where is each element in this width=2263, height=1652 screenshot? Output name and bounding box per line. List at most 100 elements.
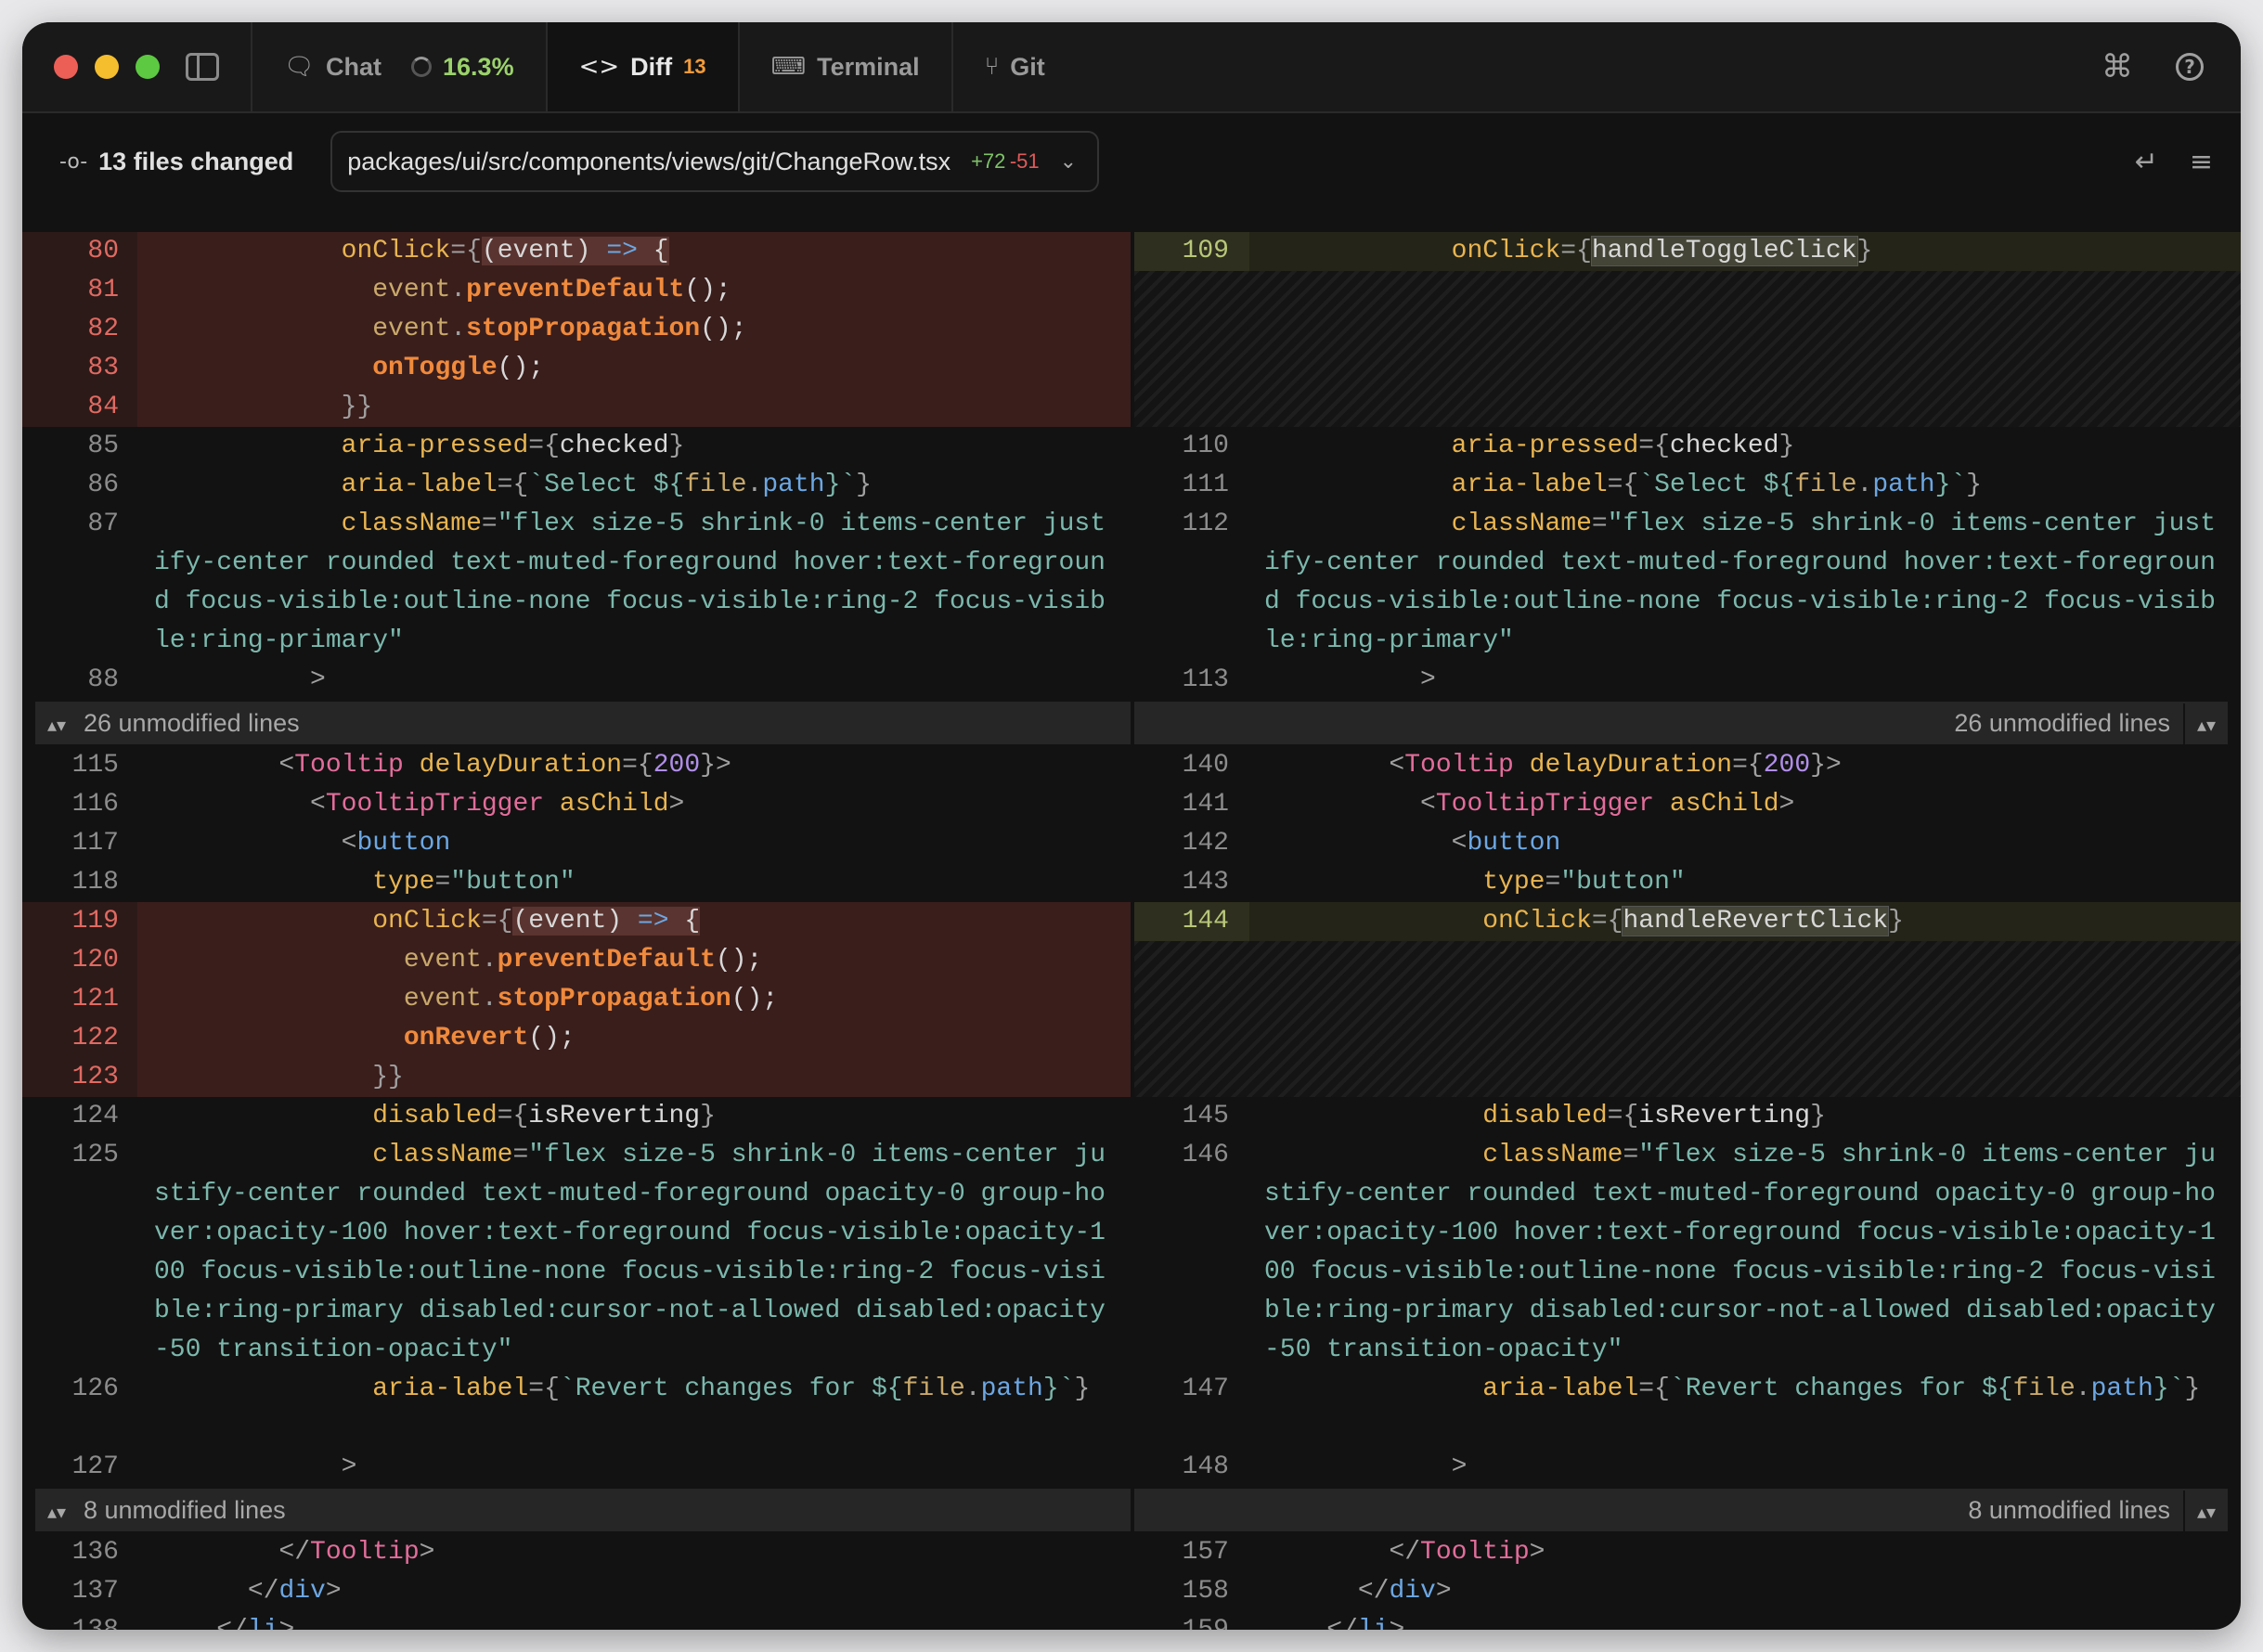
line-number: 115: [71, 751, 119, 780]
context-usage-percent: 16.3%: [443, 52, 514, 81]
line-number: 127: [71, 1452, 119, 1481]
code-text: >: [154, 1452, 357, 1481]
code-text: aria-pressed={checked}: [341, 432, 685, 460]
traffic-lights: [22, 22, 160, 111]
app-window: 🗨︎ Chat 16.3% <> Diff 13 ⌨ Terminal ⑂ Gi…: [22, 22, 2241, 1630]
line-number: 110: [1182, 432, 1229, 460]
fold-unmodified-lines[interactable]: 26 unmodified lines ▴▾: [1134, 702, 2228, 746]
additions-count: +72: [971, 149, 1006, 173]
diff-line-deleted: 83 onToggle();: [22, 349, 1131, 388]
line-number: 111: [1182, 471, 1229, 499]
diff-line-deleted: 119 onClick={(event) => {: [22, 902, 1131, 941]
minimize-window-button[interactable]: [95, 55, 119, 79]
close-window-button[interactable]: [54, 55, 78, 79]
line-number: 124: [71, 1102, 119, 1130]
line-number: 126: [71, 1375, 119, 1403]
line-number: 136: [71, 1538, 119, 1567]
line-number: 147: [1182, 1375, 1229, 1403]
tab-label: Git: [1010, 52, 1045, 81]
line-number: 112: [1182, 510, 1229, 538]
code-text: event.stopPropagation();: [403, 985, 779, 1013]
code-text: onClick={handleToggleClick}: [1451, 236, 1873, 266]
line-number: 144: [1182, 907, 1229, 936]
line-number: 137: [71, 1577, 119, 1606]
command-palette-icon[interactable]: ⌘: [2101, 48, 2133, 85]
line-number: 145: [1182, 1102, 1229, 1130]
code-text: <Tooltip delayDuration={200}>: [278, 751, 731, 780]
code-text: onToggle();: [372, 354, 545, 382]
git-branch-icon: ⑂: [984, 53, 1000, 81]
deletions-count: -51: [1009, 149, 1040, 173]
diff-line-deleted: 122 onRevert();: [22, 1019, 1131, 1058]
code-text: aria-label={`Select ${file.path}`}: [1451, 471, 1982, 499]
code-text: aria-label={`Revert changes for ${file.p…: [372, 1375, 1091, 1403]
tab-chat[interactable]: 🗨︎ Chat 16.3%: [251, 22, 546, 111]
line-number: 125: [71, 1141, 119, 1169]
diff-placeholder-hatch: [1134, 941, 2241, 1097]
files-changed-summary: -o- 13 files changed: [22, 148, 293, 176]
line-number: 117: [71, 829, 119, 858]
code-text: event.stopPropagation();: [372, 315, 747, 343]
commit-icon: -o-: [59, 149, 88, 174]
code-text: type="button": [372, 868, 575, 897]
code-text: >: [1264, 665, 1436, 694]
file-selector-dropdown[interactable]: packages/ui/src/components/views/git/Cha…: [330, 131, 1100, 192]
code-text: </div>: [1357, 1577, 1452, 1606]
help-icon[interactable]: ?: [2176, 53, 2204, 81]
word-wrap-icon[interactable]: ↵: [2135, 146, 2158, 178]
diff-line-deleted: 81 event.preventDefault();: [22, 271, 1131, 310]
line-number: 157: [1182, 1538, 1229, 1567]
code-text: event.preventDefault();: [372, 276, 731, 304]
title-bar-actions: ⌘ ?: [2101, 22, 2241, 111]
zoom-window-button[interactable]: [136, 55, 160, 79]
line-number: 143: [1182, 868, 1229, 897]
expand-icon: ▴▾: [2183, 703, 2228, 746]
files-changed-label: 13 files changed: [98, 147, 294, 175]
sidebar-icon: [186, 53, 219, 81]
line-number: 82: [87, 315, 119, 343]
line-number: 116: [71, 790, 119, 819]
line-number: 141: [1182, 790, 1229, 819]
terminal-icon: ⌨: [770, 53, 807, 81]
code-text: <TooltipTrigger asChild>: [1420, 790, 1795, 819]
tab-diff[interactable]: <> Diff 13: [545, 22, 738, 111]
diff-pane-new: 109 onClick={handleToggleClick} 110 aria…: [1134, 210, 2241, 1630]
line-number: 83: [87, 354, 119, 382]
line-number: 86: [87, 471, 119, 499]
code-text: onClick={handleRevertClick}: [1482, 906, 1904, 936]
diff-placeholder-hatch: [1134, 271, 2241, 427]
code-text: className="flex size-5 shrink-0 items-ce…: [154, 1141, 1106, 1364]
code-brackets-icon: <>: [578, 53, 620, 81]
line-number: 122: [71, 1024, 119, 1052]
progress-spinner-icon: [411, 57, 433, 77]
code-text: <Tooltip delayDuration={200}>: [1389, 751, 1842, 780]
sidebar-toggle-button[interactable]: [160, 22, 251, 111]
chat-bubble-icon: 🗨︎: [284, 53, 316, 81]
code-text: }}: [154, 393, 373, 421]
line-number: 88: [87, 665, 119, 694]
code-text: disabled={isReverting}: [1482, 1102, 1826, 1130]
code-text: event.preventDefault();: [403, 946, 763, 974]
unified-view-icon[interactable]: ≡: [2190, 146, 2213, 178]
fold-unmodified-lines[interactable]: ▴▾ 26 unmodified lines: [35, 702, 1131, 744]
split-diff-view: 80 onClick={(event) => { 81 event.preven…: [22, 210, 2241, 1630]
line-number: 123: [71, 1063, 119, 1091]
line-number: 84: [87, 393, 119, 421]
tab-label: Chat: [326, 52, 382, 81]
fold-unmodified-lines[interactable]: 8 unmodified lines ▴▾: [1134, 1489, 2228, 1533]
code-text: aria-label={`Revert changes for ${file.p…: [1482, 1375, 2201, 1403]
code-text: <TooltipTrigger asChild>: [310, 790, 685, 819]
line-number: 121: [71, 985, 119, 1013]
diff-line-deleted: 82 event.stopPropagation();: [22, 310, 1131, 349]
diff-pane-old: 80 onClick={(event) => { 81 event.preven…: [22, 210, 1131, 1630]
tab-terminal[interactable]: ⌨ Terminal: [737, 22, 951, 111]
tab-label: Terminal: [817, 52, 920, 81]
fold-unmodified-lines[interactable]: ▴▾ 8 unmodified lines: [35, 1489, 1131, 1531]
expand-icon: ▴▾: [46, 714, 67, 736]
line-number: 109: [1182, 237, 1229, 265]
code-text: onRevert();: [403, 1024, 575, 1052]
line-number: 118: [71, 868, 119, 897]
tab-git[interactable]: ⑂ Git: [950, 22, 1077, 111]
code-text: className="flex size-5 shrink-0 items-ce…: [1264, 1141, 2216, 1364]
view-options: ↵ ≡: [2135, 146, 2241, 178]
